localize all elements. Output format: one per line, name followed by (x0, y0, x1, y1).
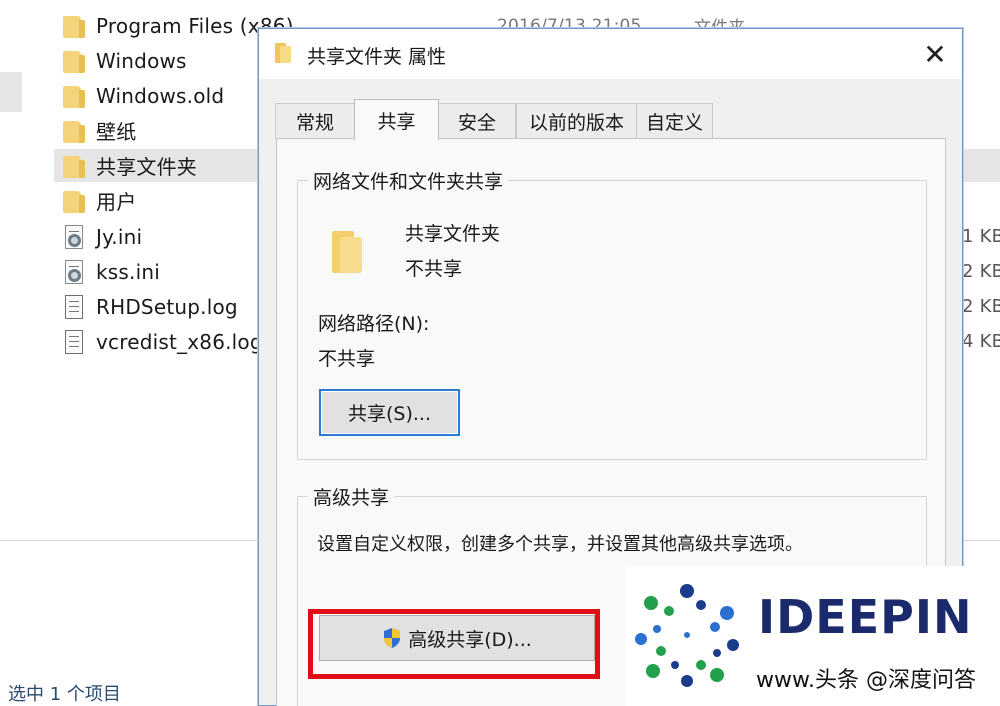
settings-file-icon (60, 258, 88, 286)
folder-icon (60, 12, 88, 40)
folder-icon (60, 152, 88, 180)
close-button[interactable]: ✕ (908, 29, 962, 79)
tab-security[interactable]: 安全 (438, 103, 516, 139)
text-file-icon (60, 328, 88, 356)
brand-logo-icon (635, 584, 739, 687)
file-size: 2 KB (962, 261, 1000, 282)
status-bar-text: 选中 1 个项目 (8, 684, 121, 705)
settings-file-icon (60, 223, 88, 251)
tab-previous-versions[interactable]: 以前的版本 (516, 103, 637, 139)
file-size: 4 KB (962, 331, 1000, 352)
tab-general[interactable]: 常规 (275, 103, 355, 139)
navigation-pane-edge (0, 72, 22, 112)
tab-customize[interactable]: 自定义 (636, 103, 713, 139)
tab-sharing[interactable]: 共享 (354, 99, 439, 140)
group-legend: 网络文件和文件夹共享 (308, 167, 509, 194)
network-path-label: 网络路径(N): (318, 313, 430, 335)
folder-icon (60, 47, 88, 75)
file-name: Jy.ini (96, 224, 143, 249)
file-name: Windows (96, 48, 187, 73)
file-name: RHDSetup.log (96, 294, 238, 319)
folder-share-state: 不共享 (405, 258, 463, 280)
brand-name: IDEEPIN (758, 590, 973, 644)
tab-strip: 常规 共享 安全 以前的版本 自定义 (275, 99, 955, 140)
close-icon: ✕ (923, 37, 947, 71)
file-size: 2 KB (962, 296, 1000, 317)
file-name: kss.ini (96, 259, 160, 284)
file-name: 用户 (96, 190, 137, 214)
file-name: vcredist_x86.log (96, 329, 263, 354)
advanced-sharing-description: 设置自定义权限，创建多个共享，并设置其他高级共享选项。 (317, 534, 803, 555)
network-path-value: 不共享 (318, 348, 376, 370)
network-sharing-group: 网络文件和文件夹共享 共享文件夹 不共享 网络路径(N): 不共享 共享(S).… (297, 167, 927, 460)
watermark: IDEEPIN www.头条 @深度问答 (626, 566, 1000, 706)
shared-folder-icon (332, 231, 362, 273)
folder-icon (60, 82, 88, 110)
file-name: 共享文件夹 (96, 155, 197, 179)
file-name: 壁纸 (96, 120, 137, 144)
annotation-highlight-box (308, 609, 600, 679)
file-size: 1 KB (962, 226, 1000, 247)
group-legend: 高级共享 (308, 483, 395, 510)
file-name: Windows.old (96, 83, 225, 108)
text-file-icon (60, 293, 88, 321)
dialog-title: 共享文件夹 属性 (307, 46, 447, 68)
folder-icon (60, 117, 88, 145)
watermark-caption: www.头条 @深度问答 (756, 668, 976, 693)
folder-icon (275, 43, 291, 63)
dialog-title-bar[interactable]: 共享文件夹 属性 ✕ (259, 29, 962, 79)
folder-name: 共享文件夹 (405, 223, 501, 245)
folder-icon (60, 187, 88, 215)
share-button[interactable]: 共享(S)... (319, 389, 460, 436)
